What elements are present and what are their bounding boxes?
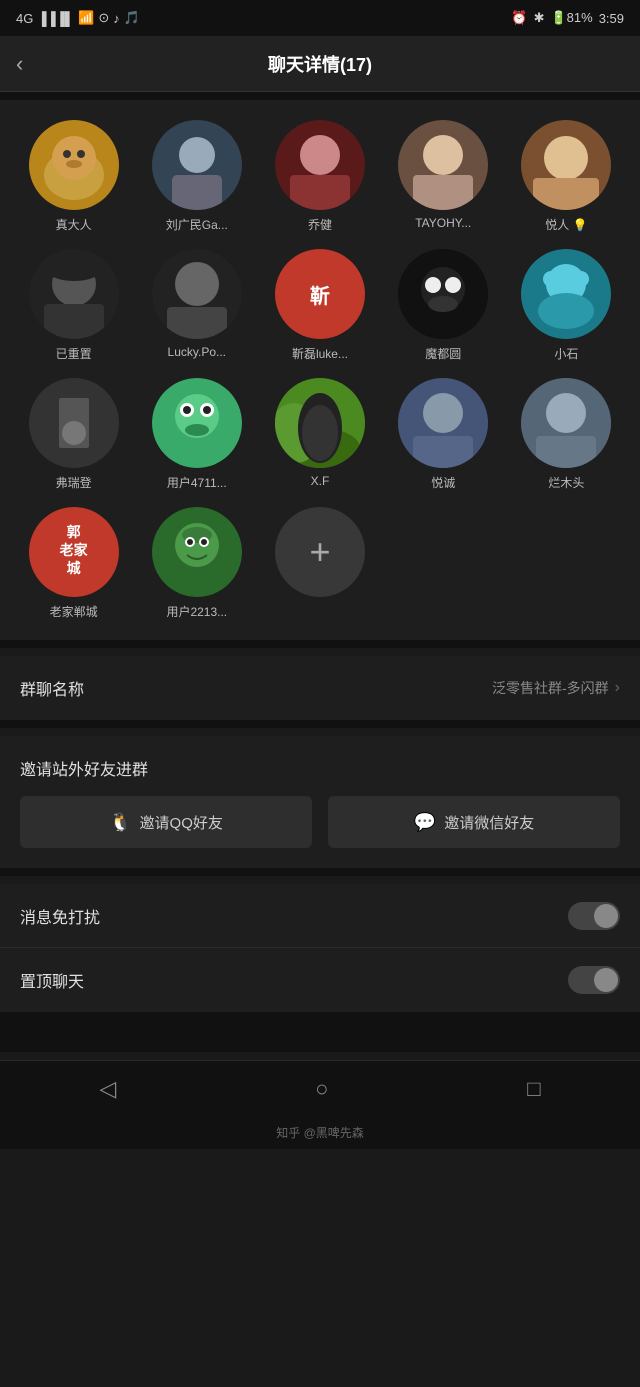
invite-section: 邀请站外好友进群 🐧 邀请QQ好友 💬 邀请微信好友 (0, 736, 640, 868)
toggle-section: 消息免打扰 置顶聊天 (0, 884, 640, 1012)
member-item[interactable]: 小石 (509, 249, 624, 362)
back-button[interactable]: ‹ (16, 51, 23, 77)
invite-title: 邀请站外好友进群 (20, 756, 620, 780)
member-name: 魔都圆 (425, 345, 461, 362)
divider-4 (0, 868, 640, 876)
nav-back-button[interactable]: ◁ (99, 1076, 116, 1102)
member-avatar (521, 249, 611, 339)
status-right: ⏰ ✱ 🔋81% 3:59 (511, 10, 624, 26)
status-bar: 4G ▐▐▐▌ 📶 ⊙ ♪ 🎵 ⏰ ✱ 🔋81% 3:59 (0, 0, 640, 36)
member-item[interactable]: 悦诚 (386, 378, 501, 491)
settings-section: 群聊名称 泛零售社群-多闪群 › (0, 656, 640, 720)
pin-chat-label: 置顶聊天 (20, 968, 84, 992)
divider-3 (0, 720, 640, 728)
member-avatar (152, 507, 242, 597)
member-avatar (521, 120, 611, 210)
member-name: Lucky.Po... (168, 345, 226, 359)
member-item[interactable]: 真大人 (16, 120, 131, 233)
wechat-icon: 💬 (414, 812, 436, 833)
members-grid: 真大人 刘广民Ga... 乔健 TAYOHY... 悦人 💡 已重置 Lucky.Po...… (16, 120, 624, 620)
member-name: 刘广民Ga... (166, 216, 228, 233)
nav-recent-button[interactable]: □ (527, 1076, 540, 1102)
member-item[interactable]: 乔健 (262, 120, 377, 233)
member-item[interactable]: 已重置 (16, 249, 131, 362)
no-disturb-toggle[interactable] (568, 902, 620, 930)
member-avatar (398, 378, 488, 468)
group-name-row[interactable]: 群聊名称 泛零售社群-多闪群 › (0, 656, 640, 720)
bottom-nav: ◁ ○ □ (0, 1060, 640, 1116)
member-item[interactable]: 郭老家城老家郸城 (16, 507, 131, 620)
member-avatar (152, 120, 242, 210)
invite-qq-button[interactable]: 🐧 邀请QQ好友 (20, 796, 312, 848)
status-time: 3:59 (599, 11, 624, 26)
watermark: 知乎 @黑啤先森 (0, 1116, 640, 1149)
member-name: 用户2213... (166, 603, 227, 620)
member-avatar (29, 249, 119, 339)
member-item[interactable]: Lucky.Po... (139, 249, 254, 362)
add-member-item[interactable]: + (262, 507, 377, 620)
member-avatar (29, 378, 119, 468)
member-name: 用户4711... (167, 474, 227, 491)
member-avatar (152, 249, 242, 339)
page-title: 聊天详情(17) (268, 51, 372, 77)
member-name: 悦人 💡 (545, 216, 587, 233)
member-item[interactable]: 弗瑞登 (16, 378, 131, 491)
member-item[interactable]: 魔都圆 (386, 249, 501, 362)
member-avatar (521, 378, 611, 468)
member-name: X.F (311, 474, 330, 488)
member-name: 弗瑞登 (56, 474, 92, 491)
member-name: 乔健 (308, 216, 332, 233)
chevron-right-icon: › (615, 679, 620, 697)
member-avatar (29, 120, 119, 210)
member-avatar (398, 249, 488, 339)
pin-chat-toggle[interactable] (568, 966, 620, 994)
header: ‹ 聊天详情(17) (0, 36, 640, 92)
member-avatar (398, 120, 488, 210)
group-name-value: 泛零售社群-多闪群 › (492, 678, 620, 698)
member-avatar (275, 378, 365, 468)
member-item[interactable]: TAYOHY... (386, 120, 501, 233)
nav-home-button[interactable]: ○ (315, 1076, 328, 1102)
member-item[interactable]: 悦人 💡 (509, 120, 624, 233)
no-disturb-row: 消息免打扰 (0, 884, 640, 948)
member-name: 小石 (554, 345, 578, 362)
member-item[interactable]: 用户4711... (139, 378, 254, 491)
member-name: 悦诚 (431, 474, 455, 491)
member-avatar: 郭老家城 (29, 507, 119, 597)
member-item[interactable]: 刘广民Ga... (139, 120, 254, 233)
divider-2 (0, 640, 640, 648)
member-name: TAYOHY... (415, 216, 471, 230)
members-section: 真大人 刘广民Ga... 乔健 TAYOHY... 悦人 💡 已重置 Lucky.Po...… (0, 100, 640, 640)
member-name: 烂木头 (548, 474, 584, 491)
member-avatar (275, 120, 365, 210)
divider-1 (0, 92, 640, 100)
member-item[interactable]: 靳靳磊luke... (262, 249, 377, 362)
pin-chat-row: 置顶聊天 (0, 948, 640, 1012)
member-item[interactable]: 烂木头 (509, 378, 624, 491)
member-item[interactable]: X.F (262, 378, 377, 491)
member-avatar (152, 378, 242, 468)
invite-buttons: 🐧 邀请QQ好友 💬 邀请微信好友 (20, 796, 620, 848)
member-name: 真大人 (56, 216, 92, 233)
member-item[interactable]: 用户2213... (139, 507, 254, 620)
group-name-label: 群聊名称 (20, 676, 84, 700)
member-name: 已重置 (56, 345, 92, 362)
no-disturb-label: 消息免打扰 (20, 904, 100, 928)
qq-icon: 🐧 (109, 812, 131, 833)
add-member-button[interactable]: + (275, 507, 365, 597)
member-name: 靳磊luke... (292, 345, 348, 362)
status-signal: 4G ▐▐▐▌ 📶 ⊙ ♪ 🎵 (16, 10, 140, 26)
member-avatar: 靳 (275, 249, 365, 339)
member-name: 老家郸城 (50, 603, 98, 620)
invite-wechat-button[interactable]: 💬 邀请微信好友 (328, 796, 620, 848)
